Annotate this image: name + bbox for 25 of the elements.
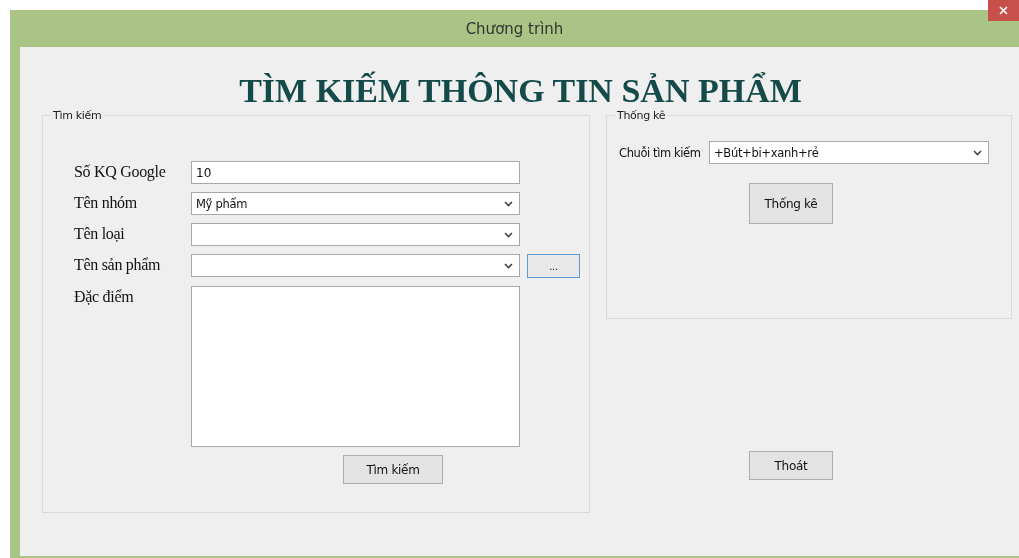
field-label: Đặc điểm bbox=[74, 287, 135, 307]
combo-box[interactable]: Mỹ phẩm bbox=[191, 192, 520, 215]
browse-button[interactable]: ... bbox=[527, 254, 580, 278]
search-button[interactable]: Tìm kiếm bbox=[343, 455, 443, 484]
group-legend: Thống kê bbox=[615, 109, 668, 122]
close-button[interactable] bbox=[988, 0, 1019, 21]
chevron-down-icon bbox=[973, 149, 982, 156]
chevron-down-icon bbox=[504, 262, 513, 269]
chevron-down-icon bbox=[504, 200, 513, 207]
exit-button[interactable]: Thoát bbox=[749, 451, 833, 480]
close-icon bbox=[999, 6, 1008, 15]
combo-box[interactable] bbox=[191, 254, 520, 277]
window-title: Chương trình bbox=[464, 19, 565, 38]
field-label: Tên loại bbox=[74, 224, 126, 244]
field-label: Chuỗi tìm kiếm bbox=[619, 145, 702, 160]
chevron-down-icon bbox=[504, 231, 513, 238]
page-heading: TÌM KIẾM THÔNG TIN SẢN PHẨM bbox=[239, 73, 802, 109]
combo-box[interactable] bbox=[191, 223, 520, 246]
stats-button[interactable]: Thống kê bbox=[749, 183, 833, 224]
field-label: Tên sản phẩm bbox=[74, 255, 162, 276]
field-label: Số KQ Google bbox=[74, 162, 167, 183]
field-label: Tên nhóm bbox=[74, 193, 138, 213]
group-legend: Tìm kiếm bbox=[51, 109, 104, 122]
text-field[interactable]: 10 bbox=[191, 161, 520, 184]
combo-box[interactable]: +Bút+bi+xanh+rẻ bbox=[709, 141, 989, 164]
